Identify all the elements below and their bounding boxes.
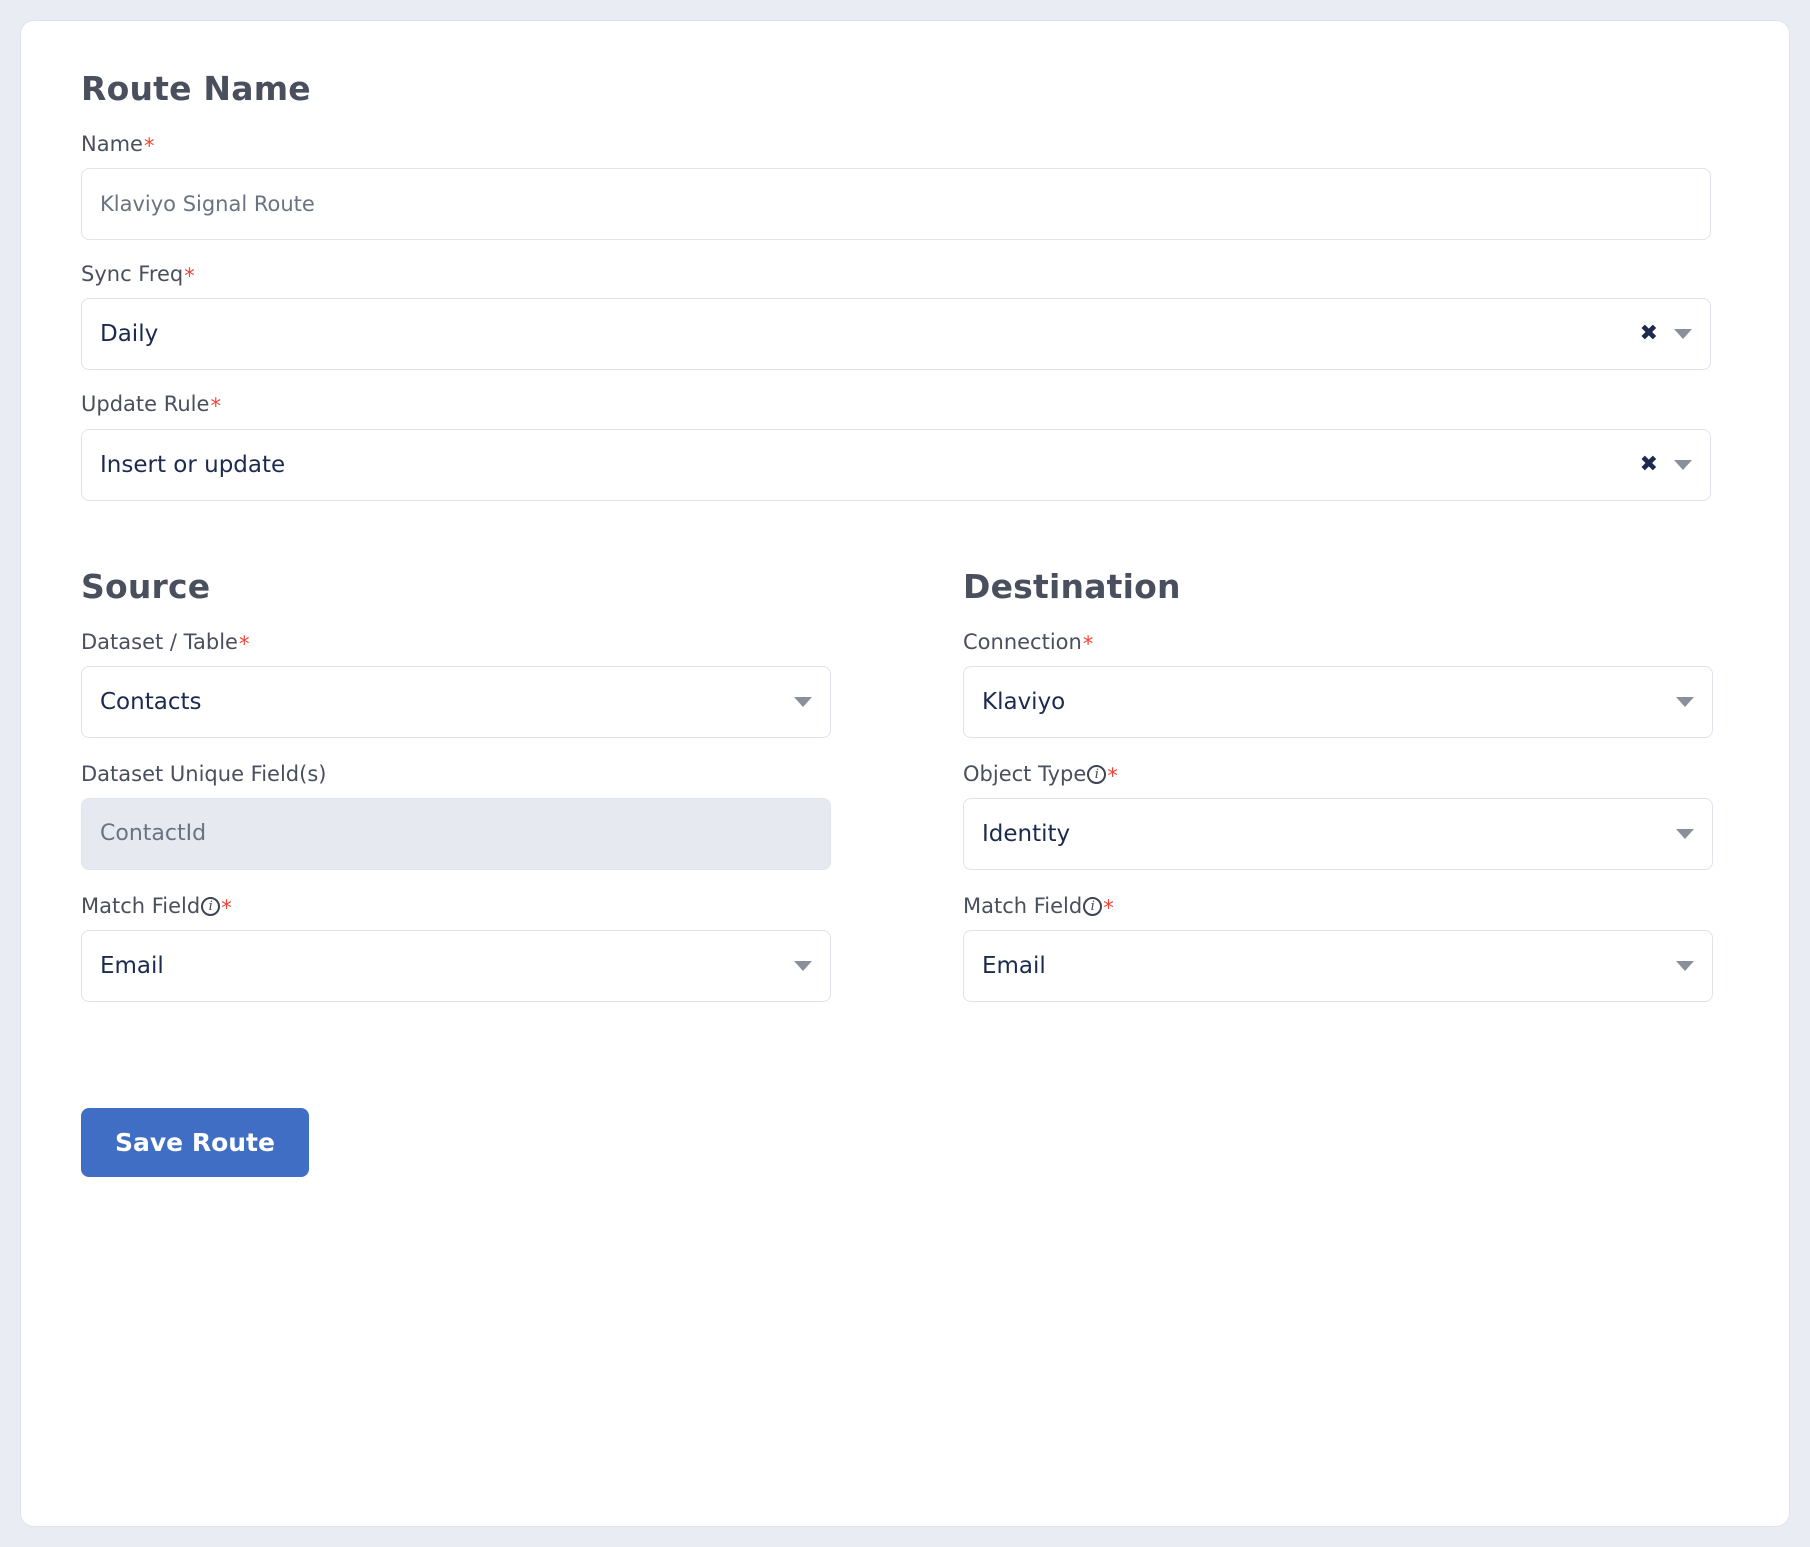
info-icon[interactable]: i — [1087, 764, 1107, 784]
sync-freq-value: Daily — [100, 321, 159, 348]
sync-freq-label-text: Sync Freq — [81, 262, 184, 287]
chevron-down-icon[interactable] — [794, 961, 812, 972]
required-asterisk: * — [1107, 763, 1118, 788]
connection-value: Klaviyo — [982, 688, 1066, 715]
update-rule-value: Insert or update — [100, 451, 286, 478]
source-match-field-label-text: Match Field — [81, 893, 201, 918]
page-background: Route Name Name * Klaviyo Signal Route S… — [0, 0, 1810, 1547]
object-type-label: Object Type i * — [963, 762, 1713, 787]
sync-freq-select[interactable]: Daily ✖ — [81, 298, 1711, 371]
source-heading: Source — [81, 566, 211, 606]
object-type-field-group: Object Type i * Identity — [963, 762, 1713, 870]
chevron-down-icon[interactable] — [1674, 329, 1692, 340]
dataset-unique-fields-value: ContactId — [100, 821, 207, 847]
source-column: Source Dataset / Table * Contacts Datase… — [81, 567, 831, 1027]
destination-heading: Destination — [963, 566, 1181, 606]
connection-adornments — [1676, 696, 1694, 707]
update-rule-label-text: Update Rule — [81, 392, 210, 417]
dataset-table-adornments — [794, 696, 812, 707]
object-type-value: Identity — [982, 820, 1071, 847]
sync-freq-label: Sync Freq * — [81, 262, 1711, 287]
source-match-field-select[interactable]: Email — [81, 930, 831, 1003]
required-asterisk: * — [184, 264, 195, 289]
destination-match-field-label: Match Field i * — [963, 894, 1713, 919]
connection-label: Connection * — [963, 630, 1713, 655]
dataset-unique-fields-input: ContactId — [81, 797, 831, 870]
object-type-label-text: Object Type — [963, 761, 1087, 786]
name-field-group: Name * Klaviyo Signal Route — [81, 132, 1711, 241]
info-icon[interactable]: i — [201, 897, 221, 917]
chevron-down-icon[interactable] — [1676, 961, 1694, 972]
update-rule-field-group: Update Rule * Insert or update ✖ — [81, 392, 1711, 501]
connection-field-group: Connection * Klaviyo — [963, 630, 1713, 738]
source-match-field-value: Email — [100, 953, 164, 980]
update-rule-select[interactable]: Insert or update ✖ — [81, 428, 1711, 501]
route-form-card: Route Name Name * Klaviyo Signal Route S… — [20, 20, 1790, 1527]
route-name-heading: Route Name — [81, 69, 311, 108]
source-destination-columns: Source Dataset / Table * Contacts Datase… — [81, 567, 1729, 1027]
required-asterisk: * — [143, 134, 155, 159]
connection-select[interactable]: Klaviyo — [963, 665, 1713, 738]
update-rule-label: Update Rule * — [81, 392, 1711, 417]
source-match-field-adornments — [794, 961, 812, 972]
chevron-down-icon[interactable] — [794, 696, 812, 707]
clear-icon[interactable]: ✖ — [1640, 323, 1658, 345]
form-actions: Save Route — [81, 1108, 1729, 1178]
chevron-down-icon[interactable] — [1676, 828, 1694, 839]
destination-match-field-select[interactable]: Email — [963, 930, 1713, 1003]
object-type-select[interactable]: Identity — [963, 797, 1713, 870]
sync-freq-field-group: Sync Freq * Daily ✖ — [81, 262, 1711, 371]
save-route-button[interactable]: Save Route — [81, 1108, 309, 1178]
destination-match-field-group: Match Field i * Email — [963, 894, 1713, 1003]
chevron-down-icon[interactable] — [1674, 459, 1692, 470]
object-type-adornments — [1676, 828, 1694, 839]
required-asterisk: * — [1103, 896, 1114, 921]
destination-match-field-adornments — [1676, 961, 1694, 972]
connection-label-text: Connection — [963, 629, 1082, 654]
dataset-unique-fields-label: Dataset Unique Field(s) — [81, 762, 831, 787]
required-asterisk: * — [1082, 631, 1094, 656]
destination-column: Destination Connection * Klaviyo Object … — [963, 567, 1713, 1027]
dataset-table-label: Dataset / Table * — [81, 630, 831, 655]
route-name-section: Route Name Name * Klaviyo Signal Route S… — [81, 69, 1711, 501]
dataset-table-label-text: Dataset / Table — [81, 629, 238, 654]
destination-match-field-value: Email — [982, 953, 1046, 980]
dataset-table-value: Contacts — [100, 688, 202, 715]
name-input-value: Klaviyo Signal Route — [100, 192, 315, 217]
source-match-field-group: Match Field i * Email — [81, 894, 831, 1003]
destination-match-field-label-text: Match Field — [963, 893, 1083, 918]
sync-freq-adornments: ✖ — [1640, 323, 1692, 345]
required-asterisk: * — [210, 394, 221, 419]
dataset-table-select[interactable]: Contacts — [81, 665, 831, 738]
update-rule-adornments: ✖ — [1640, 453, 1692, 476]
source-match-field-label: Match Field i * — [81, 894, 831, 919]
info-icon[interactable]: i — [1083, 897, 1103, 917]
dataset-unique-fields-group: Dataset Unique Field(s) ContactId — [81, 762, 831, 870]
name-label-text: Name — [81, 132, 143, 156]
chevron-down-icon[interactable] — [1676, 696, 1694, 707]
name-input[interactable]: Klaviyo Signal Route — [81, 168, 1711, 241]
dataset-unique-fields-label-text: Dataset Unique Field(s) — [81, 761, 327, 786]
dataset-table-field-group: Dataset / Table * Contacts — [81, 630, 831, 738]
required-asterisk: * — [221, 896, 232, 921]
required-asterisk: * — [238, 631, 250, 656]
name-label: Name * — [81, 132, 1711, 157]
clear-icon[interactable]: ✖ — [1640, 453, 1658, 476]
